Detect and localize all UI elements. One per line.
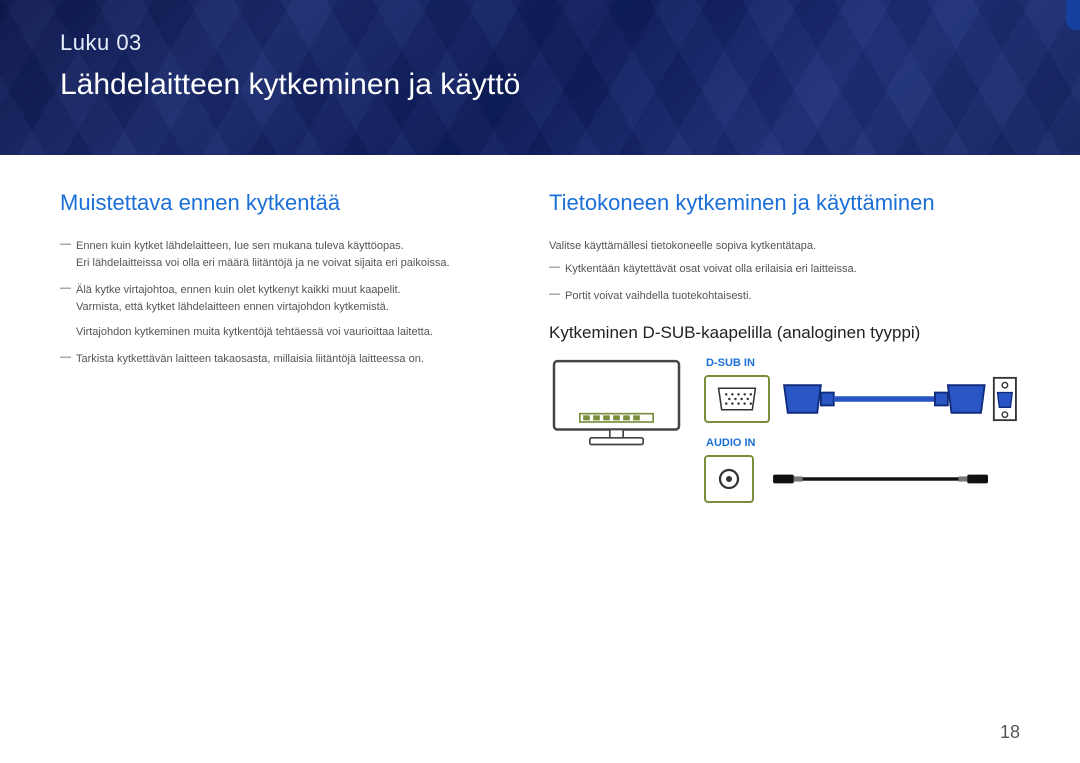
left-column: Muistettava ennen kytkentää Ennen kuin k… [60, 190, 519, 517]
note-line: Ennen kuin kytket lähdelaitteen, lue sen… [76, 240, 404, 252]
note-item: Portit voivat vaihdella tuotekohtaisesti… [549, 288, 1020, 305]
chapter-title: Lähdelaitteen kytkeminen ja käyttö [60, 68, 1020, 102]
left-heading: Muistettava ennen kytkentää [60, 190, 519, 216]
dsub-port-icon [704, 375, 770, 423]
audio-cable-icon [764, 466, 1004, 492]
chapter-label: Luku 03 [60, 30, 1020, 56]
sub-heading: Kytkeminen D-SUB-kaapelilla (analoginen … [549, 323, 1020, 343]
note-line: Eri lähdelaitteissa voi olla eri määrä l… [76, 255, 519, 272]
note-item: Tarkista kytkettävän laitteen takaosasta… [60, 351, 519, 368]
note-item: Älä kytke virtajohtoa, ennen kuin olet k… [60, 282, 519, 341]
note-line: Virtajohdon kytkeminen muita kytkentöjä … [76, 324, 519, 341]
chapter-header: Luku 03 Lähdelaitteen kytkeminen ja käyt… [0, 0, 1080, 155]
audio-port-icon [704, 455, 754, 503]
note-line: Varmista, että kytket lähdelaitteen enne… [76, 299, 519, 316]
right-heading: Tietokoneen kytkeminen ja käyttäminen [549, 190, 1020, 216]
right-column: Tietokoneen kytkeminen ja käyttäminen Va… [549, 190, 1020, 517]
audio-row [704, 455, 1020, 503]
dsub-row [704, 375, 1020, 423]
note-item: Ennen kuin kytket lähdelaitteen, lue sen… [60, 238, 519, 272]
intro-text: Valitse käyttämällesi tietokoneelle sopi… [549, 238, 1020, 255]
corner-tab [1066, 0, 1080, 30]
port-column: D-SUB IN [704, 357, 1020, 517]
note-line: Tarkista kytkettävän laitteen takaosasta… [76, 353, 424, 365]
page-number: 18 [1000, 722, 1020, 743]
note-line: Portit voivat vaihdella tuotekohtaisesti… [565, 290, 752, 302]
note-line: Älä kytke virtajohtoa, ennen kuin olet k… [76, 284, 401, 296]
audio-label: AUDIO IN [706, 437, 1020, 449]
page-content: Muistettava ennen kytkentää Ennen kuin k… [0, 155, 1080, 517]
monitor-icon [549, 357, 684, 457]
note-item: Kytkentään käytettävät osat voivat olla … [549, 261, 1020, 278]
note-line: Kytkentään käytettävät osat voivat olla … [565, 263, 857, 275]
dsub-label: D-SUB IN [706, 357, 1020, 369]
right-notes: Kytkentään käytettävät osat voivat olla … [549, 261, 1020, 305]
dsub-cable-icon [780, 376, 1020, 422]
connection-diagram: D-SUB IN [549, 357, 1020, 517]
left-notes: Ennen kuin kytket lähdelaitteen, lue sen… [60, 238, 519, 368]
